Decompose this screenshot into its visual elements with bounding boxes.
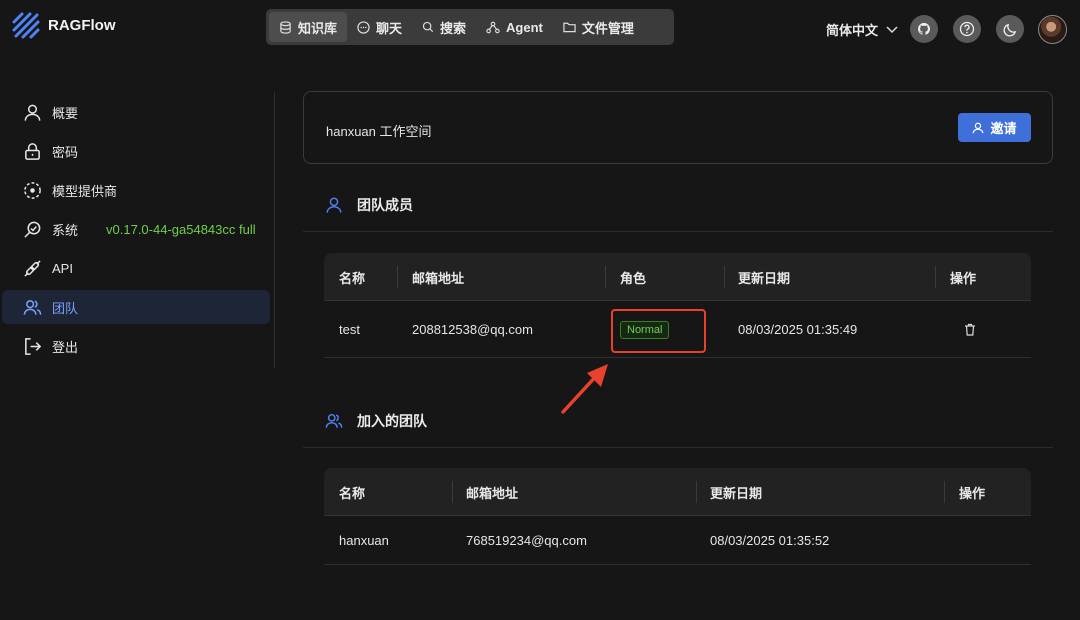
nav-file-management[interactable]: 文件管理: [553, 12, 644, 42]
table-row: hanxuan 768519234@qq.com 08/03/2025 01:3…: [324, 516, 1031, 565]
sidebar-item-label: 密码: [52, 144, 79, 160]
nav-knowledge-base[interactable]: 知识库: [269, 12, 348, 42]
moon-icon: [1003, 23, 1016, 36]
invite-button[interactable]: 邀请: [958, 113, 1031, 142]
model-icon: [24, 181, 41, 199]
search-icon: [422, 21, 434, 33]
team-icon: [23, 299, 42, 315]
sidebar-item-logout[interactable]: 登出: [2, 329, 270, 363]
github-button[interactable]: [910, 15, 938, 43]
top-navigation: 知识库 聊天 搜索 Agent 文件管理: [266, 9, 674, 45]
joined-table: 名称 邮箱地址 更新日期 操作 hanxuan 768519234@qq.com…: [324, 468, 1031, 565]
sidebar-item-password[interactable]: 密码: [2, 134, 270, 168]
column-header: 名称: [339, 485, 366, 501]
invite-button-label: 邀请: [990, 121, 1017, 136]
sidebar-item-label: API: [52, 260, 73, 276]
help-icon: [959, 21, 975, 37]
version-label: v0.17.0-44-ga54843cc full: [106, 221, 256, 237]
column-divider: [724, 266, 725, 288]
sidebar-item-model-providers[interactable]: 模型提供商: [2, 173, 270, 207]
help-button[interactable]: [953, 15, 981, 43]
header: RAGFlow 知识库 聊天 搜索 Agent 文件管理 简体中文: [0, 0, 1080, 58]
nav-agent[interactable]: Agent: [476, 12, 553, 42]
joined-divider: [303, 447, 1053, 448]
logout-icon: [25, 337, 42, 355]
member-name: test: [339, 322, 360, 337]
chevron-down-icon: [886, 25, 898, 33]
column-header: 角色: [620, 270, 647, 286]
sidebar-item-system[interactable]: 系统 v0.17.0-44-ga54843cc full: [2, 212, 270, 246]
members-divider: [303, 231, 1053, 232]
lock-icon: [25, 142, 40, 160]
column-divider: [452, 481, 453, 503]
nav-chat[interactable]: 聊天: [347, 12, 412, 42]
nav-search[interactable]: 搜索: [412, 12, 476, 42]
language-label: 简体中文: [826, 23, 879, 38]
nav-knowledge-base-label: 知识库: [298, 20, 338, 36]
folder-icon: [563, 22, 576, 33]
column-header: 更新日期: [738, 270, 791, 286]
column-divider: [944, 481, 945, 503]
table-header: 名称 邮箱地址 更新日期 操作: [324, 468, 1031, 516]
github-icon: [917, 22, 931, 35]
user-icon: [326, 197, 342, 213]
ragflow-logo-icon: [12, 12, 40, 39]
table-header: 名称 邮箱地址 角色 更新日期 操作: [324, 253, 1031, 301]
annotation-arrow: [561, 364, 608, 414]
member-updated: 08/03/2025 01:35:49: [738, 322, 858, 337]
column-divider: [935, 266, 936, 288]
language-selector[interactable]: 简体中文: [826, 20, 898, 39]
nav-search-label: 搜索: [440, 20, 467, 36]
nav-file-management-label: 文件管理: [581, 20, 634, 36]
delete-button[interactable]: [964, 301, 976, 358]
members-title-text: 团队成员: [357, 197, 413, 213]
trash-icon: [965, 323, 975, 336]
role-highlight-box: [611, 309, 706, 353]
database-icon: [280, 20, 291, 34]
column-header: 更新日期: [710, 485, 763, 501]
theme-toggle-button[interactable]: [996, 15, 1024, 43]
team-email: 768519234@qq.com: [466, 533, 587, 548]
logo[interactable]: RAGFlow: [11, 10, 116, 40]
column-header: 邮箱地址: [412, 270, 465, 286]
member-email: 208812538@qq.com: [412, 322, 533, 337]
app-name: RAGFlow: [48, 16, 116, 34]
chat-icon: [357, 20, 370, 34]
joined-section-title: 加入的团队: [325, 411, 427, 431]
team-icon: [325, 413, 343, 428]
sidebar-item-label: 系统: [52, 222, 79, 238]
nav-agent-label: Agent: [506, 19, 543, 35]
column-header: 操作: [950, 270, 977, 286]
nav-chat-label: 聊天: [376, 20, 403, 36]
sidebar-item-overview[interactable]: 概要: [2, 95, 270, 129]
user-icon: [24, 104, 41, 121]
column-divider: [605, 266, 606, 288]
plug-icon: [24, 259, 41, 277]
sidebar-item-team[interactable]: 团队: [2, 290, 270, 324]
system-icon: [24, 221, 41, 238]
column-divider: [397, 266, 398, 288]
team-updated: 08/03/2025 01:35:52: [710, 533, 830, 548]
workspace-card: hanxuan 工作空间 邀请: [303, 91, 1053, 164]
column-header: 邮箱地址: [466, 485, 519, 501]
sidebar-item-api[interactable]: API: [2, 251, 270, 285]
column-header: 名称: [339, 270, 366, 286]
column-header: 操作: [959, 485, 986, 501]
members-section-title: 团队成员: [325, 195, 413, 215]
sidebar: 概要 密码 模型提供商 系统 v0.17.0-44-ga54843cc full…: [0, 92, 275, 368]
user-add-icon: [973, 122, 984, 133]
sidebar-item-label: 模型提供商: [52, 183, 118, 199]
sidebar-item-label: 团队: [52, 300, 79, 316]
avatar[interactable]: [1038, 15, 1067, 44]
team-name: hanxuan: [339, 533, 389, 548]
column-divider: [696, 481, 697, 503]
agent-icon: [486, 21, 500, 33]
sidebar-item-label: 概要: [52, 105, 79, 121]
sidebar-item-label: 登出: [52, 339, 79, 355]
workspace-title: hanxuan 工作空间: [326, 124, 432, 139]
joined-title-text: 加入的团队: [357, 413, 427, 429]
